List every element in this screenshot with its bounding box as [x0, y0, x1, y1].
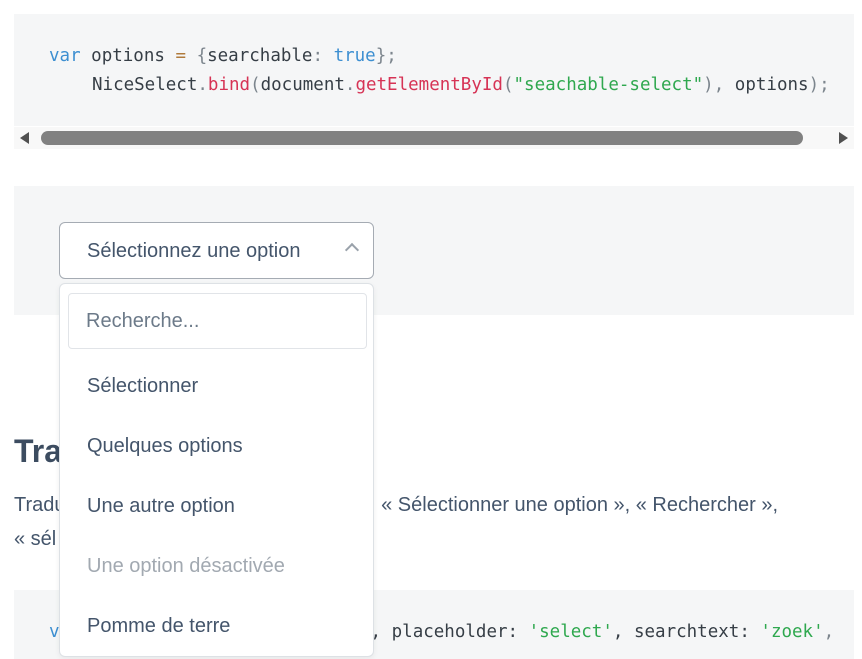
code-punct: ( — [502, 75, 514, 95]
code-method: bind — [207, 75, 251, 95]
code-object: NiceSelect — [92, 75, 198, 95]
code-variable: options — [91, 46, 165, 66]
code-variable: options — [734, 75, 809, 95]
paragraph-end: : « Sélectionner une option », « Recherc… — [370, 494, 779, 516]
code-line-1: v — [49, 621, 60, 643]
select-dropdown: Sélectionner Quelques options Une autre … — [59, 283, 374, 657]
code-block-top: var options = {searchable: true}; NiceSe… — [14, 14, 854, 126]
option-item-disabled: Une option désactivée — [87, 555, 285, 577]
code-key: searchable — [207, 46, 313, 66]
horizontal-scrollbar[interactable] — [14, 127, 854, 149]
code-punct: ( — [250, 75, 261, 95]
option-item[interactable]: Sélectionner — [87, 375, 198, 398]
code-punct: ); — [808, 75, 830, 95]
code-value: true — [333, 46, 376, 66]
code-string: 'zoek' — [760, 622, 824, 642]
code-punct: { — [196, 46, 208, 66]
code-object: document — [260, 75, 345, 95]
code-key: , placeholder: — [370, 622, 529, 642]
code-keyword: var — [49, 46, 81, 66]
triangle-right-icon[interactable] — [839, 132, 848, 144]
code-punct: , — [823, 622, 835, 642]
code-line-2: NiceSelect.bind(document.getElementById(… — [92, 74, 830, 96]
code-punct: }; — [375, 46, 397, 66]
code-string: 'select' — [528, 622, 613, 642]
code-string: "seachable-select" — [513, 75, 704, 95]
code-punct: ), — [703, 75, 725, 95]
triangle-left-icon[interactable] — [20, 132, 29, 144]
code-punct: : — [312, 46, 324, 66]
searchable-select[interactable]: Sélectionnez une option — [59, 222, 374, 279]
option-item[interactable]: Quelques options — [87, 435, 243, 458]
option-item[interactable]: Pomme de terre — [87, 615, 230, 638]
section-heading: Tra — [14, 433, 63, 469]
code-keyword: v — [49, 622, 60, 642]
option-item[interactable]: Une autre option — [87, 495, 235, 518]
code-punct: . — [344, 75, 356, 95]
code-key: , searchtext: — [612, 622, 761, 642]
select-current-value: Sélectionnez une option — [87, 240, 301, 262]
code-line-1: var options = {searchable: true}; — [49, 45, 397, 67]
code-punct: . — [197, 75, 208, 95]
paragraph-line-2: « sél — [14, 528, 57, 550]
paragraph-start: Tradu — [14, 494, 66, 516]
code-method: getElementById — [355, 75, 503, 95]
search-input[interactable] — [68, 293, 367, 349]
code-operator: = — [175, 46, 187, 66]
scrollbar-thumb[interactable] — [41, 131, 803, 145]
chevron-up-icon — [344, 242, 360, 258]
code-line-1-tail: e, placeholder: 'select', searchtext: 'z… — [360, 621, 834, 643]
